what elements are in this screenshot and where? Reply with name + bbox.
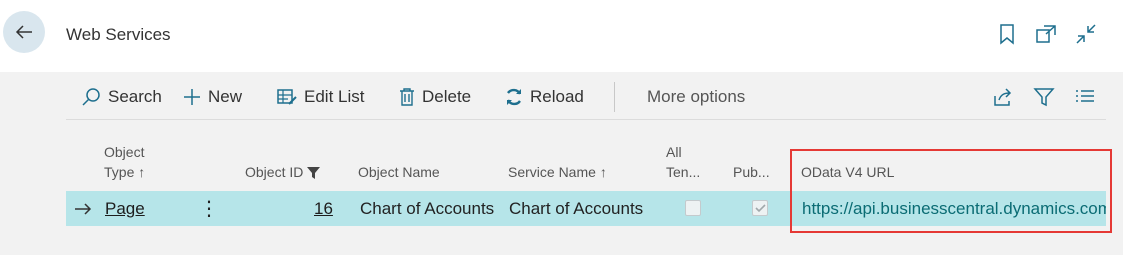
bookmark-icon[interactable]: [995, 22, 1019, 46]
sort-ascending-icon: ↑: [138, 164, 146, 180]
page-header: Web Services: [0, 0, 1123, 72]
edit-list-icon: [277, 89, 297, 105]
trash-icon: [400, 88, 414, 106]
search-button[interactable]: Search: [80, 80, 162, 114]
arrow-left-icon: [15, 25, 32, 39]
plus-icon: [184, 89, 200, 105]
column-header-object-name[interactable]: Object Name: [358, 162, 440, 182]
delete-label: Delete: [422, 87, 472, 106]
service-name-header-label: Service Name: [508, 164, 596, 180]
share-icon[interactable]: [991, 85, 1015, 109]
toolbar-separator: [614, 82, 615, 112]
highlight-box: [790, 149, 1112, 233]
edit-list-button[interactable]: Edit List: [276, 80, 364, 114]
all-tenants-checkbox[interactable]: [685, 200, 701, 216]
object-type-header-line1: Object: [104, 144, 145, 160]
column-header-all-tenants[interactable]: All Ten...: [666, 142, 700, 182]
filter-applied-icon: [307, 167, 321, 180]
column-header-object-id[interactable]: Object ID: [245, 162, 321, 182]
search-icon: [82, 88, 100, 106]
object-type-header-line2: Type: [104, 164, 135, 180]
object-name-cell: Chart of Accounts: [360, 198, 495, 218]
reload-button[interactable]: Reload: [504, 80, 584, 114]
more-options-button[interactable]: More options: [647, 80, 745, 114]
all-tenants-header-line2: Ten...: [666, 164, 701, 180]
column-header-service-name[interactable]: Service Name ↑: [508, 162, 607, 182]
page-title: Web Services: [66, 25, 171, 44]
row-actions-ellipsis-icon[interactable]: ⋮: [199, 191, 219, 226]
open-in-new-window-icon[interactable]: [1034, 22, 1058, 46]
all-tenants-header-line1: All: [666, 144, 682, 160]
toolbar-divider: [66, 119, 1106, 120]
column-header-published[interactable]: Pub...: [733, 162, 770, 182]
new-label: New: [208, 87, 243, 106]
list-view-icon[interactable]: [1073, 85, 1097, 109]
action-toolbar: Search New Edit List Delete Reload More …: [66, 80, 1106, 116]
reload-icon: [506, 88, 522, 106]
sort-ascending-icon: ↑: [599, 164, 607, 180]
object-id-link[interactable]: 16: [314, 199, 333, 219]
checkmark-icon: [754, 203, 766, 212]
object-type-link[interactable]: Page: [105, 199, 145, 219]
row-selected-arrow-icon: [74, 191, 92, 226]
more-options-label: More options: [647, 87, 746, 106]
edit-list-label: Edit List: [304, 87, 365, 106]
service-name-cell[interactable]: Chart of Accounts: [509, 191, 643, 226]
delete-button[interactable]: Delete: [398, 80, 471, 114]
back-button[interactable]: [3, 11, 45, 53]
collapse-icon[interactable]: [1074, 22, 1098, 46]
filter-icon[interactable]: [1032, 85, 1056, 109]
object-id-header-label: Object ID: [245, 164, 304, 180]
published-checkbox[interactable]: [752, 200, 768, 216]
column-header-object-type[interactable]: Object Type ↑: [104, 142, 145, 182]
search-label: Search: [108, 87, 162, 106]
new-button[interactable]: New: [182, 80, 242, 114]
reload-label: Reload: [530, 87, 584, 106]
